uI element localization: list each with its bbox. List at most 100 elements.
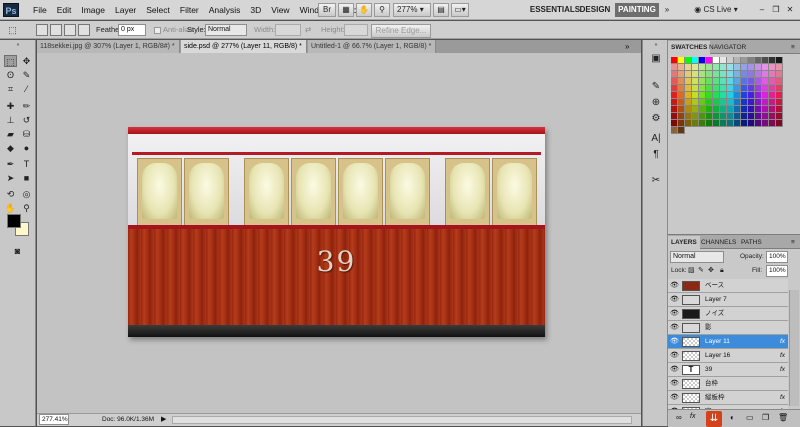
color-swatch[interactable]: [741, 78, 748, 85]
lock-all-icon[interactable]: 🔒︎: [720, 265, 724, 277]
color-swatch[interactable]: [748, 99, 755, 106]
width-field[interactable]: [275, 24, 301, 36]
color-swatch[interactable]: [776, 113, 783, 120]
color-swatch[interactable]: [727, 127, 734, 134]
color-swatch[interactable]: [734, 99, 741, 106]
menu-view[interactable]: View: [266, 0, 294, 20]
color-swatch[interactable]: [692, 71, 699, 78]
color-swatch[interactable]: [671, 85, 678, 92]
visibility-eye-icon[interactable]: 👁︎: [670, 324, 679, 332]
swatches-menu-icon[interactable]: ≡: [788, 41, 798, 54]
color-swatch[interactable]: [706, 85, 713, 92]
shape-tool-icon[interactable]: ■: [20, 172, 33, 184]
menu-filter[interactable]: Filter: [175, 0, 204, 20]
intersect-selection-icon[interactable]: [78, 24, 90, 36]
color-swatch[interactable]: [776, 57, 783, 64]
color-swatch[interactable]: [769, 92, 776, 99]
add-selection-icon[interactable]: [50, 24, 62, 36]
tab-paths[interactable]: PATHS: [738, 236, 765, 249]
color-swatch[interactable]: [685, 120, 692, 127]
color-swatch[interactable]: [692, 85, 699, 92]
lock-image-icon[interactable]: ✎: [698, 265, 704, 277]
color-swatch[interactable]: [748, 71, 755, 78]
color-swatch[interactable]: [769, 78, 776, 85]
color-swatch[interactable]: [671, 71, 678, 78]
color-swatch[interactable]: [706, 127, 713, 134]
color-swatch[interactable]: [734, 85, 741, 92]
color-swatch[interactable]: [699, 99, 706, 106]
crop-tool-icon[interactable]: ⌗: [4, 83, 17, 95]
restore-icon[interactable]: ❐: [770, 3, 782, 17]
menu-analysis[interactable]: Analysis: [204, 0, 246, 20]
paragraph-panel-icon[interactable]: ¶: [647, 148, 665, 162]
color-swatch[interactable]: [706, 99, 713, 106]
color-swatch[interactable]: [678, 71, 685, 78]
tools-collapse-icon[interactable]: »: [3, 43, 33, 48]
color-swatch[interactable]: [678, 78, 685, 85]
color-swatch[interactable]: [769, 106, 776, 113]
color-swatch[interactable]: [727, 71, 734, 78]
eraser-tool-icon[interactable]: ▰: [4, 128, 17, 140]
quick-select-tool-icon[interactable]: ✎: [20, 69, 33, 81]
color-swatch[interactable]: [685, 92, 692, 99]
color-swatch[interactable]: [748, 64, 755, 71]
paint-bucket-tool-icon[interactable]: ⛁: [20, 128, 33, 140]
color-swatch[interactable]: [692, 64, 699, 71]
color-swatch[interactable]: [678, 113, 685, 120]
color-swatch[interactable]: [678, 64, 685, 71]
color-swatch[interactable]: [713, 78, 720, 85]
color-swatch[interactable]: [706, 106, 713, 113]
color-swatch[interactable]: [699, 92, 706, 99]
brush-tool-icon[interactable]: ✏: [20, 100, 33, 112]
color-swatch[interactable]: [769, 57, 776, 64]
color-swatch[interactable]: [671, 99, 678, 106]
color-swatch[interactable]: [720, 113, 727, 120]
color-swatch[interactable]: [727, 85, 734, 92]
color-swatch[interactable]: [755, 127, 762, 134]
new-selection-icon[interactable]: [36, 24, 48, 36]
color-swatch[interactable]: [720, 127, 727, 134]
color-swatch[interactable]: [685, 78, 692, 85]
pen-tool-icon[interactable]: ✒: [4, 158, 17, 170]
3d-orbit-tool-icon[interactable]: ◎: [20, 188, 33, 200]
color-swatch[interactable]: [734, 92, 741, 99]
color-swatch[interactable]: [678, 99, 685, 106]
fill-field[interactable]: 100%: [766, 265, 788, 277]
color-swatch[interactable]: [692, 113, 699, 120]
hand-tool-icon[interactable]: ✋: [4, 202, 17, 214]
delete-layer-icon[interactable]: 🗑︎: [778, 413, 788, 422]
visibility-eye-icon[interactable]: 👁︎: [670, 352, 679, 360]
layer-fx-badge[interactable]: fx: [780, 349, 785, 363]
color-swatch[interactable]: [713, 92, 720, 99]
menu-select[interactable]: Select: [141, 0, 175, 20]
color-swatch[interactable]: [720, 78, 727, 85]
new-group-icon[interactable]: ▭: [746, 413, 754, 422]
visibility-eye-icon[interactable]: 👁︎: [670, 394, 679, 402]
workspace-design[interactable]: DESIGN: [578, 3, 612, 17]
color-swatch[interactable]: [713, 71, 720, 78]
color-swatch[interactable]: [727, 113, 734, 120]
color-swatch[interactable]: [713, 64, 720, 71]
color-swatch[interactable]: [734, 106, 741, 113]
color-swatch[interactable]: [699, 85, 706, 92]
opacity-field[interactable]: 100%: [766, 251, 788, 263]
color-swatch[interactable]: [685, 113, 692, 120]
workspace-more-icon[interactable]: »: [662, 3, 672, 17]
color-swatch[interactable]: [734, 127, 741, 134]
color-swatch[interactable]: [685, 127, 692, 134]
layers-scrollbar[interactable]: [789, 290, 799, 406]
color-swatch[interactable]: [685, 71, 692, 78]
zoom-level-dropdown[interactable]: 277% ▾: [393, 3, 431, 17]
swatches-grid[interactable]: [671, 57, 795, 134]
clone-source-panel-icon[interactable]: ⊕: [647, 96, 665, 110]
color-swatch[interactable]: [748, 85, 755, 92]
menu-layer[interactable]: Layer: [110, 0, 141, 20]
visibility-eye-icon[interactable]: 👁︎: [670, 282, 679, 290]
color-swatch[interactable]: [671, 57, 678, 64]
color-swatch[interactable]: [769, 113, 776, 120]
status-menu-icon[interactable]: ▶: [161, 414, 166, 425]
tab-118sekkei[interactable]: 118sekkei.jpg @ 307% (Layer 1, RGB/8#) *: [37, 40, 180, 53]
color-swatch[interactable]: [678, 85, 685, 92]
color-swatch[interactable]: [762, 64, 769, 71]
cs-live-button[interactable]: ◉ CS Live ▾: [690, 3, 742, 17]
